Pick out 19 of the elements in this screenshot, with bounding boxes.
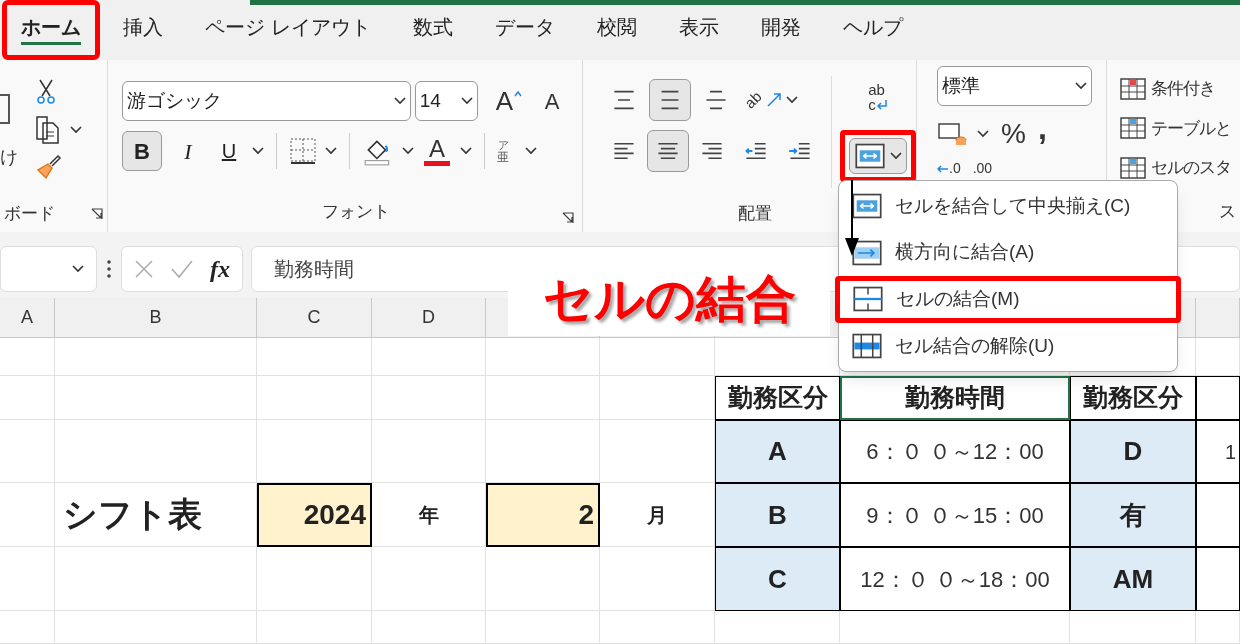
table-cell: 有 [1070, 483, 1196, 547]
table-cell: 12：０ ０～18：00 [840, 547, 1070, 611]
table-cell: 2 [486, 483, 600, 547]
table-cell: C [715, 547, 840, 611]
table-cell: A [715, 420, 840, 483]
table-cell: 勤務時間 [840, 376, 1070, 420]
table-cell: B [715, 483, 840, 547]
table-cell: 1 [1196, 420, 1240, 483]
group-label: 配置 [738, 203, 772, 226]
table-cell: D [1070, 420, 1196, 483]
group-label: ボード [4, 203, 55, 226]
table-cell: AM [1070, 547, 1196, 611]
group-label: ス [1219, 200, 1236, 223]
table-cell: 勤務区分 [715, 376, 840, 420]
table-cell: 9：０ ０～15：00 [840, 483, 1070, 547]
table-cell: 勤務区分 [1070, 376, 1196, 420]
table-cell: 2024 [257, 483, 372, 547]
table-cell: 6：０ ０～12：00 [840, 420, 1070, 483]
group-label: フォント [322, 200, 390, 223]
